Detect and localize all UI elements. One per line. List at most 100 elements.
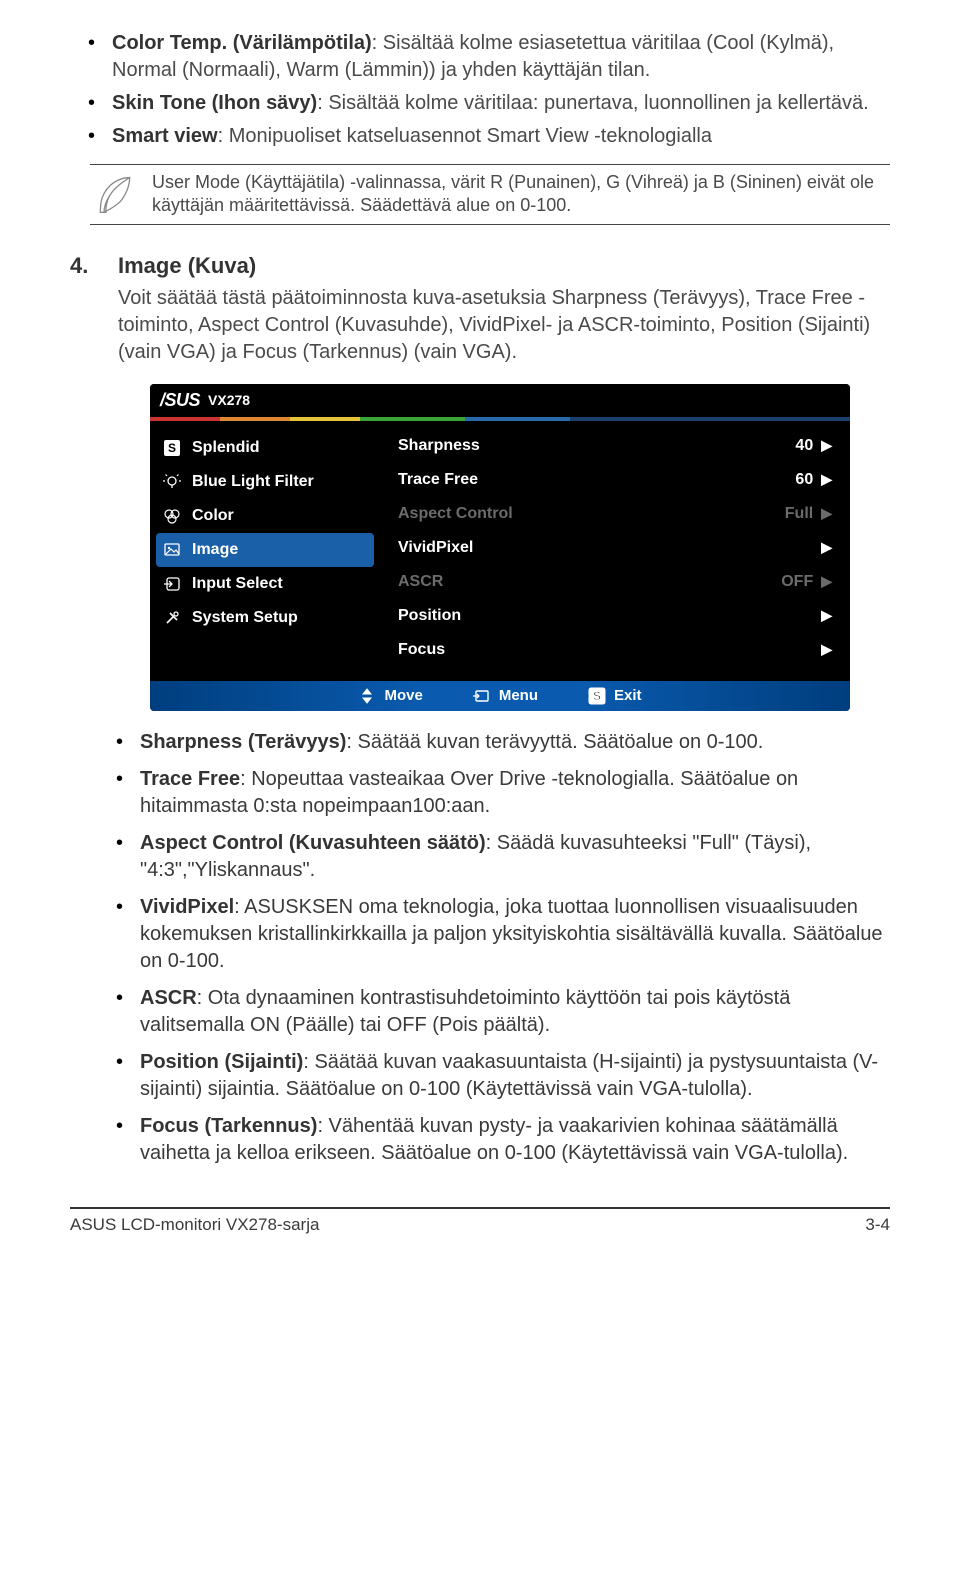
row-label: Position <box>398 607 461 625</box>
chevron-right-icon: ▶ <box>821 437 832 454</box>
bullet-position: Position (Sijainti): Säätää kuvan vaakas… <box>140 1049 890 1103</box>
lower-bullet-list: Sharpness (Terävyys): Säätää kuvan teräv… <box>70 729 890 1167</box>
section-body: Voit säätää tästä päätoiminnosta kuva-as… <box>118 285 890 366</box>
row-aspect-control[interactable]: Aspect Control Full ▶ <box>380 497 850 531</box>
footer-menu: Menu <box>473 687 538 705</box>
chevron-right-icon: ▶ <box>821 607 832 624</box>
row-value: 60 <box>795 471 813 489</box>
row-position[interactable]: Position ▶ <box>380 599 850 633</box>
bullet-rest: : Sisältää kolme väritilaa: punertava, l… <box>317 92 868 114</box>
bullet-rest: : Säätää kuvan terävyyttä. Säätöalue on … <box>346 731 763 753</box>
top-bullet-list: Color Temp. (Värilämpötila) : Sisältää ko… <box>70 30 890 150</box>
svg-text:S: S <box>593 689 601 703</box>
chevron-right-icon: ▶ <box>821 573 832 590</box>
bullet-strong: ASCR <box>140 987 197 1009</box>
menu-splendid[interactable]: S Splendid <box>150 431 380 465</box>
chevron-right-icon: ▶ <box>821 505 832 522</box>
row-value: Full <box>785 505 813 523</box>
row-label: VividPixel <box>398 539 473 557</box>
bullet-strong: Sharpness (Terävyys) <box>140 731 346 753</box>
section-head: 4. Image (Kuva) <box>70 253 890 279</box>
menu-label: Image <box>192 541 238 559</box>
svg-text:S: S <box>168 441 176 455</box>
bullet-vividpixel: VividPixel: ASUSKSEN oma teknologia, jok… <box>140 894 890 975</box>
menu-label: Blue Light Filter <box>192 473 314 491</box>
bullet-trace-free: Trace Free: Nopeuttaa vasteaikaa Over Dr… <box>140 766 890 820</box>
bulb-icon <box>162 472 182 492</box>
bullet-strong: Position (Sijainti) <box>140 1051 303 1073</box>
bullet-strong: Trace Free <box>140 768 240 790</box>
bullet-rest: : Monipuoliset katseluasennot Smart View… <box>218 125 712 147</box>
row-vividpixel[interactable]: VividPixel ▶ <box>380 531 850 565</box>
menu-box-icon <box>473 687 491 705</box>
chevron-right-icon: ▶ <box>821 539 832 556</box>
menu-label: Color <box>192 507 234 525</box>
s-box-icon: S <box>162 438 182 458</box>
section-number: 4. <box>70 253 100 279</box>
bullet-smart-view: Smart view: Monipuoliset katseluasennot … <box>112 123 890 150</box>
footer-label: Move <box>384 687 422 704</box>
menu-label: Splendid <box>192 439 260 457</box>
osd-footer: Move Menu S Exit <box>150 681 850 711</box>
bullet-skin-tone: Skin Tone (Ihon sävy): Sisältää kolme vä… <box>112 90 890 117</box>
bullet-strong: Smart view <box>112 125 218 147</box>
feather-icon <box>90 172 140 216</box>
footer-left: ASUS LCD-monitori VX278-sarja <box>70 1215 319 1235</box>
osd-right-panel: Sharpness 40 ▶ Trace Free 60 ▶ Aspect Cont… <box>380 421 850 681</box>
bullet-strong: Aspect Control (Kuvasuhteen säätö) <box>140 832 486 854</box>
footer-label: Menu <box>499 687 538 704</box>
row-focus[interactable]: Focus ▶ <box>380 633 850 667</box>
menu-label: Input Select <box>192 575 283 593</box>
s-box-icon: S <box>588 687 606 705</box>
bullet-aspect-control: Aspect Control (Kuvasuhteen säätö): Sääd… <box>140 830 890 884</box>
row-ascr[interactable]: ASCR OFF ▶ <box>380 565 850 599</box>
tools-icon <box>162 608 182 628</box>
updown-icon <box>358 687 376 705</box>
osd-left-menu: S Splendid Blue Light Filter Color Image <box>150 421 380 681</box>
row-sharpness[interactable]: Sharpness 40 ▶ <box>380 429 850 463</box>
footer-rule <box>70 1207 890 1209</box>
footer-exit: S Exit <box>588 687 642 705</box>
chevron-right-icon: ▶ <box>821 471 832 488</box>
footer-move: Move <box>358 687 422 705</box>
asus-logo: /SUS <box>160 390 200 411</box>
row-label: ASCR <box>398 573 443 591</box>
bullet-strong: VividPixel <box>140 896 234 918</box>
bullet-rest: : Ota dynaaminen kontrastisuhdetoiminto … <box>140 987 790 1036</box>
bullet-strong: Skin Tone (Ihon sävy) <box>112 92 317 114</box>
row-value: OFF <box>781 573 813 591</box>
row-label: Aspect Control <box>398 505 513 523</box>
row-label: Sharpness <box>398 437 480 455</box>
footer-right: 3-4 <box>865 1215 890 1235</box>
chevron-right-icon: ▶ <box>821 641 832 658</box>
row-value: 40 <box>795 437 813 455</box>
row-label: Focus <box>398 641 445 659</box>
footer-label: Exit <box>614 687 642 704</box>
menu-label: System Setup <box>192 609 298 627</box>
row-label: Trace Free <box>398 471 478 489</box>
bullet-ascr: ASCR: Ota dynaaminen kontrastisuhdetoimi… <box>140 985 890 1039</box>
input-icon <box>162 574 182 594</box>
bullet-strong: Color Temp. (Värilämpötila) <box>112 32 372 54</box>
menu-bluelight[interactable]: Blue Light Filter <box>150 465 380 499</box>
manual-page: Color Temp. (Värilämpötila) : Sisältää ko… <box>0 0 960 1588</box>
bullet-rest: : ASUSKSEN oma teknologia, joka tuottaa … <box>140 896 883 972</box>
bullet-strong: Focus (Tarkennus) <box>140 1115 317 1137</box>
palette-icon <box>162 506 182 526</box>
menu-image[interactable]: Image <box>156 533 374 567</box>
row-trace-free[interactable]: Trace Free 60 ▶ <box>380 463 850 497</box>
note-box: User Mode (Käyttäjätila) -valinnassa, vä… <box>90 164 890 225</box>
section-title: Image (Kuva) <box>118 253 256 279</box>
osd-model: VX278 <box>208 392 250 408</box>
page-footer: ASUS LCD-monitori VX278-sarja 3-4 <box>70 1215 890 1235</box>
menu-color[interactable]: Color <box>150 499 380 533</box>
bullet-focus: Focus (Tarkennus): Vähentää kuvan pysty-… <box>140 1113 890 1167</box>
image-icon <box>162 540 182 560</box>
osd-panel: /SUS VX278 S Splendid Blue Light Filter … <box>150 384 850 711</box>
bullet-color-temp: Color Temp. (Värilämpötila): Sisältää ko… <box>112 30 890 84</box>
bullet-sharpness: Sharpness (Terävyys): Säätää kuvan teräv… <box>140 729 890 756</box>
osd-header: /SUS VX278 <box>150 384 850 417</box>
note-text: User Mode (Käyttäjätila) -valinnassa, vä… <box>152 171 890 218</box>
menu-input-select[interactable]: Input Select <box>150 567 380 601</box>
menu-system-setup[interactable]: System Setup <box>150 601 380 635</box>
